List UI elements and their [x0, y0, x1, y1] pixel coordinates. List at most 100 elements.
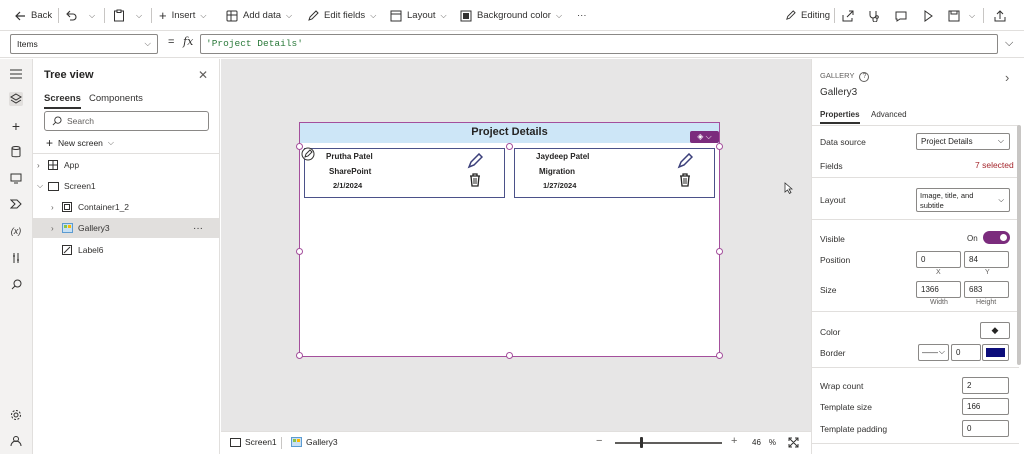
container-icon	[61, 202, 73, 212]
resize-handle[interactable]	[716, 143, 723, 150]
layout-button[interactable]: Layout ⌵	[390, 0, 447, 31]
fit-to-window-icon[interactable]	[788, 437, 799, 448]
resize-handle[interactable]	[716, 248, 723, 255]
gallery-badge-icon: ◈ ⌵	[697, 132, 712, 141]
trash-icon[interactable]	[469, 173, 481, 187]
fields-link[interactable]: 7 selected	[975, 160, 1014, 170]
gallery-title-label[interactable]: Project Details	[300, 123, 719, 143]
background-icon	[460, 10, 472, 21]
zoom-unit: %	[768, 438, 777, 447]
position-y-input[interactable]: 84	[964, 251, 1009, 268]
paste-dropdown-chevron-icon[interactable]: ⌵	[136, 0, 142, 31]
gallery-data-badge[interactable]: ◈ ⌵	[690, 131, 719, 143]
property-dropdown[interactable]: Items ⌵	[10, 34, 158, 54]
tree-item-label: Gallery3	[78, 223, 110, 233]
zoom-slider[interactable]	[615, 442, 722, 444]
publish-button[interactable]	[994, 0, 1006, 31]
pencil-icon[interactable]	[677, 153, 693, 169]
gallery-card[interactable]: Prutha Patel SharePoint 2/1/2024	[301, 147, 505, 198]
account-icon[interactable]	[9, 434, 23, 448]
color-picker[interactable]: ◆	[980, 322, 1010, 339]
advanced-tools-icon[interactable]	[9, 251, 23, 265]
expand-formula-chevron-icon[interactable]: ⌵	[1005, 37, 1013, 50]
screen-breadcrumb[interactable]: Screen1	[230, 437, 277, 447]
tree-item-gallery3[interactable]: › Gallery3 ···	[33, 218, 220, 238]
edit-fields-label: Edit fields	[324, 10, 366, 21]
visible-toggle[interactable]	[983, 231, 1010, 244]
data-source-dropdown[interactable]: Project Details ⌵	[916, 133, 1010, 150]
help-icon[interactable]: ?	[859, 72, 870, 82]
tree-item-label6[interactable]: Label6	[33, 240, 220, 260]
position-x-input[interactable]: 0	[916, 251, 961, 268]
trash-icon[interactable]	[679, 173, 691, 187]
media-icon[interactable]	[9, 171, 23, 185]
save-button[interactable]	[948, 0, 960, 31]
settings-gear-icon[interactable]	[9, 408, 23, 422]
editing-mode-button[interactable]: Editing	[785, 0, 830, 31]
template-size-input[interactable]: 166	[962, 398, 1009, 415]
app-checker-button[interactable]	[868, 0, 880, 31]
add-data-button[interactable]: Add data ⌵	[226, 0, 292, 31]
tab-screens[interactable]: Screens	[44, 93, 81, 109]
power-automate-icon[interactable]	[9, 197, 23, 211]
save-dropdown-chevron-icon[interactable]: ⌵	[969, 0, 975, 31]
insert-button[interactable]: + Insert ⌵	[159, 0, 206, 31]
template-padding-input[interactable]: 0	[962, 420, 1009, 437]
undo-dropdown-chevron-icon[interactable]: ⌵	[89, 0, 95, 31]
layers-icon[interactable]	[9, 92, 23, 106]
comments-button[interactable]	[895, 0, 907, 31]
width-input[interactable]: 1366	[916, 281, 961, 298]
more-options-icon[interactable]: ···	[193, 223, 203, 234]
resize-handle[interactable]	[716, 352, 723, 359]
tab-advanced[interactable]: Advanced	[871, 110, 907, 119]
tab-components[interactable]: Components	[89, 93, 143, 104]
tab-properties[interactable]: Properties	[820, 110, 860, 124]
panel-scrollbar[interactable]	[1017, 125, 1021, 365]
edit-template-icon[interactable]	[301, 147, 315, 161]
expand-panel-chevron-icon[interactable]: ›	[1005, 70, 1009, 85]
screen-icon	[47, 181, 59, 191]
tree-item-container[interactable]: › Container1_2	[33, 197, 220, 217]
zoom-slider-thumb[interactable]	[640, 437, 643, 448]
wrap-count-label: Wrap count	[820, 381, 864, 391]
tree-search-input[interactable]: Search	[44, 111, 209, 131]
zoom-in-button[interactable]: +	[731, 435, 737, 447]
resize-handle[interactable]	[296, 143, 303, 150]
search-icon[interactable]	[9, 277, 23, 291]
back-button[interactable]: Back	[14, 0, 52, 31]
more-commands-button[interactable]: ···	[577, 0, 587, 31]
gallery-control[interactable]: Project Details Prutha Patel SharePoint …	[299, 122, 720, 357]
resize-handle[interactable]	[296, 352, 303, 359]
undo-button[interactable]	[65, 0, 77, 31]
new-screen-button[interactable]: + New screen ⌵	[46, 136, 114, 150]
gallery-breadcrumb[interactable]: Gallery3	[291, 437, 338, 447]
chevron-right-icon: ›	[51, 223, 54, 233]
resize-handle[interactable]	[506, 143, 513, 150]
pencil-icon[interactable]	[467, 153, 483, 169]
variables-icon[interactable]: (x)	[9, 224, 23, 238]
resize-handle[interactable]	[506, 352, 513, 359]
formula-input[interactable]: 'Project Details'	[200, 34, 998, 54]
insert-plus-icon[interactable]: +	[9, 118, 23, 134]
border-color-picker[interactable]	[982, 344, 1009, 361]
height-input[interactable]: 683	[964, 281, 1009, 298]
wrap-count-input[interactable]: 2	[962, 377, 1009, 394]
preview-button[interactable]	[922, 0, 934, 31]
edit-fields-button[interactable]: Edit fields ⌵	[307, 0, 376, 31]
gallery-card[interactable]: Jaydeep Patel Migration 1/27/2024	[514, 148, 715, 198]
data-cylinder-icon[interactable]	[9, 145, 23, 159]
background-color-button[interactable]: Background color ⌵	[460, 0, 562, 31]
layout-dropdown[interactable]: Image, title, and subtitle ⌵	[916, 188, 1010, 212]
close-icon[interactable]: ✕	[198, 68, 208, 82]
hamburger-menu-icon[interactable]	[9, 67, 23, 81]
control-name[interactable]: Gallery3	[820, 87, 857, 98]
share-button[interactable]	[842, 0, 854, 31]
zoom-out-button[interactable]: −	[596, 435, 602, 447]
paste-button[interactable]	[113, 0, 125, 31]
tree-item-app[interactable]: › App	[33, 155, 220, 175]
border-width-input[interactable]: 0	[951, 344, 981, 361]
tree-item-screen1[interactable]: ⌵ Screen1	[33, 176, 220, 196]
resize-handle[interactable]	[296, 248, 303, 255]
formula-bar: Items ⌵ = fx 'Project Details' ⌵	[0, 31, 1024, 58]
border-style-dropdown[interactable]: —— ⌵	[918, 344, 949, 361]
